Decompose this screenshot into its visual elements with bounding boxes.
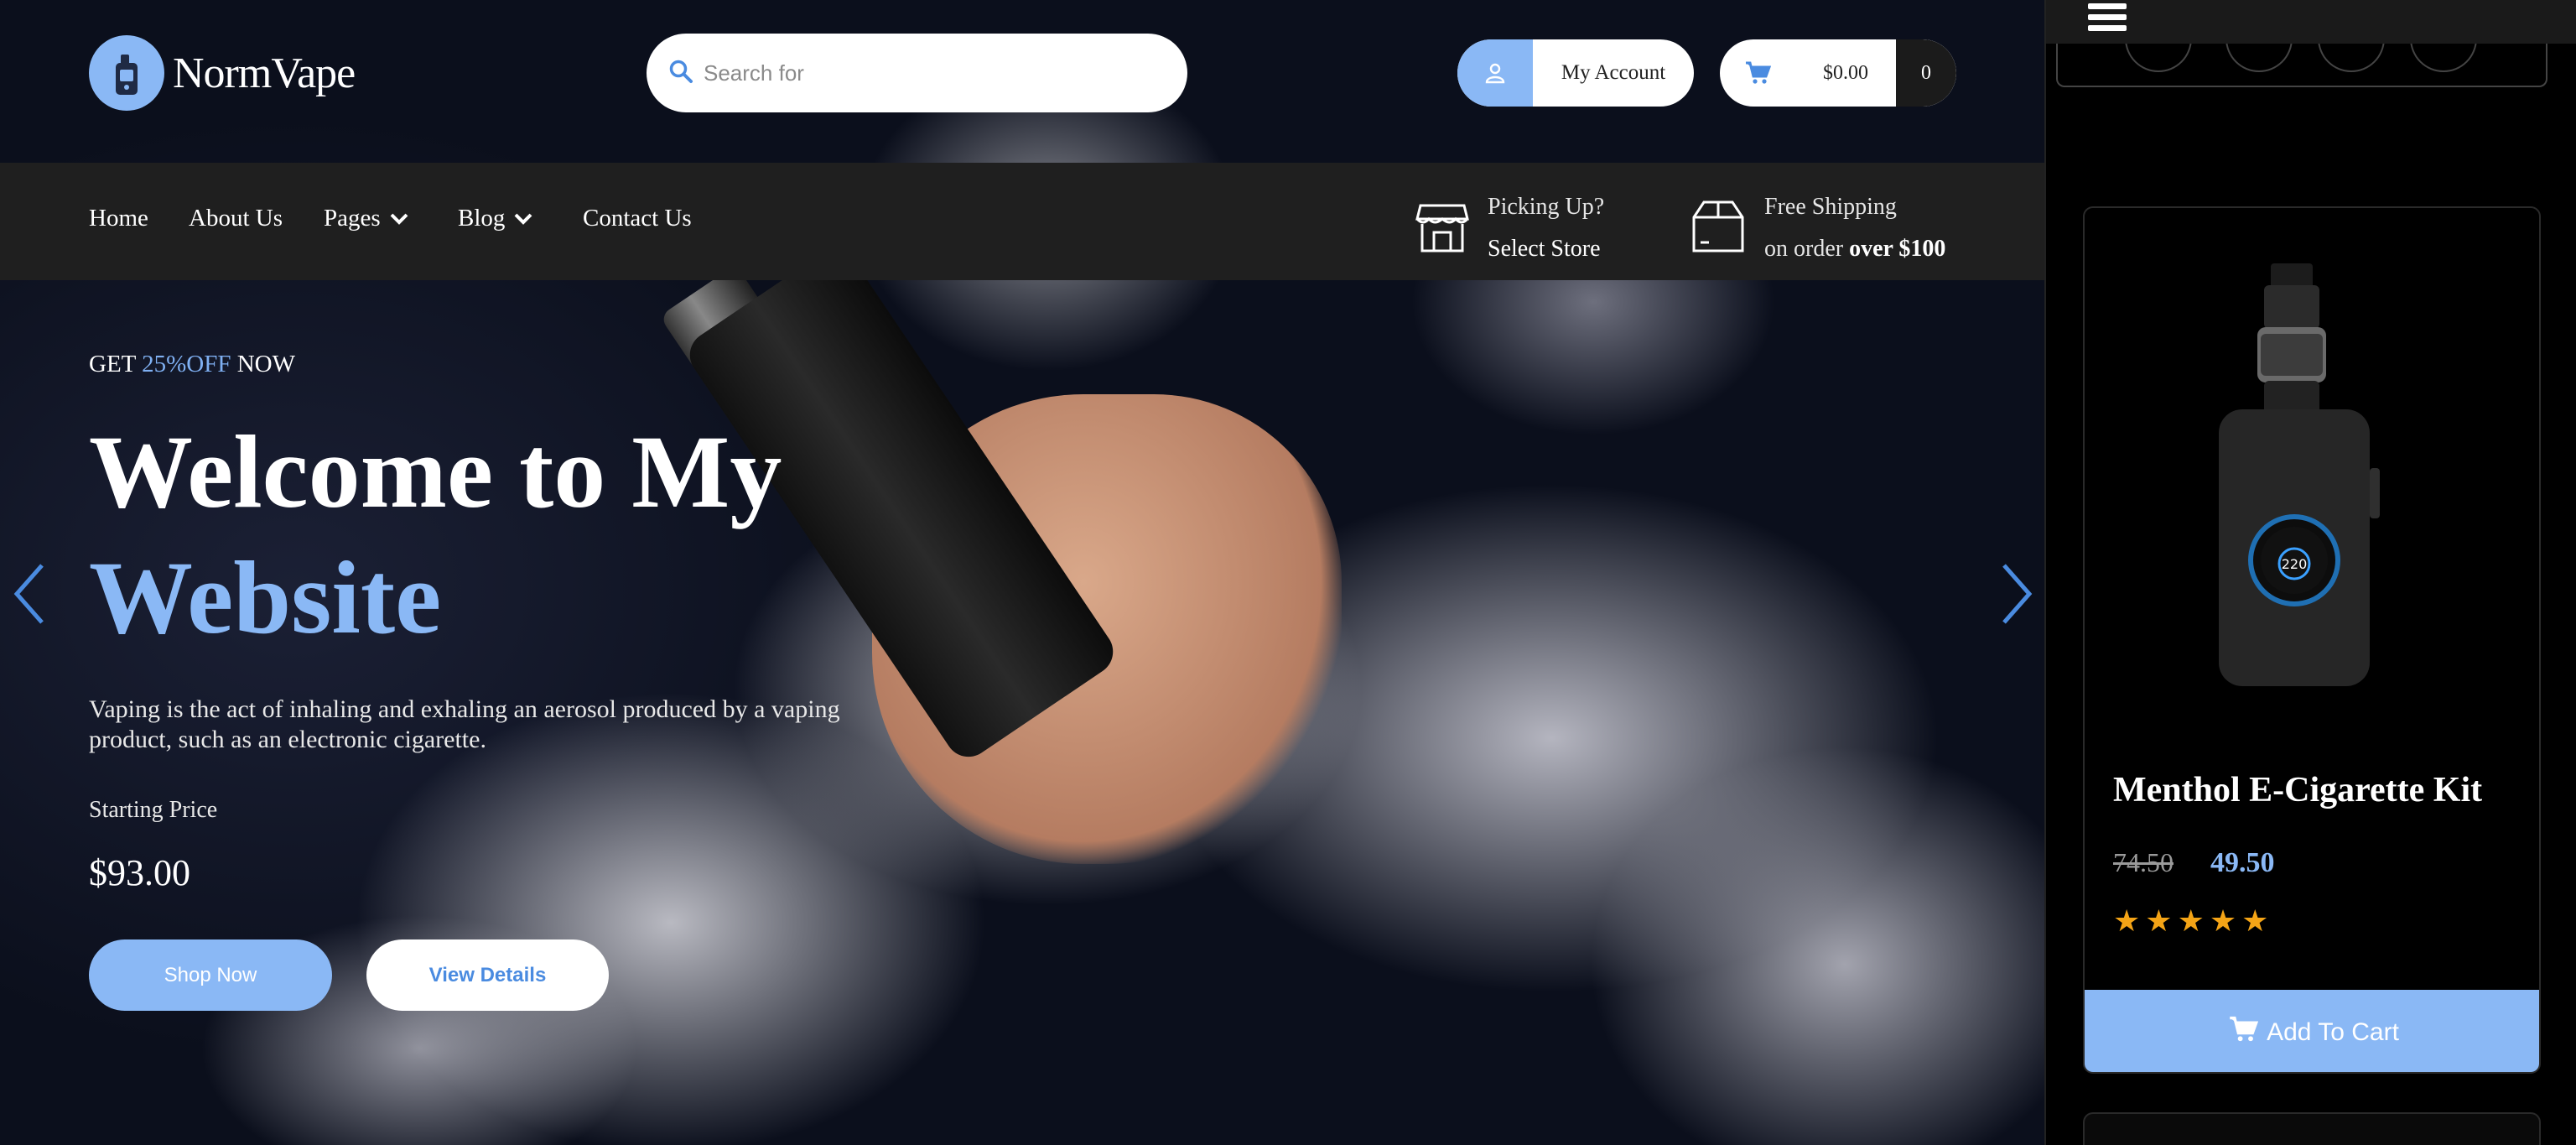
hero-description: Vaping is the act of inhaling and exhali… xyxy=(89,695,840,753)
site-logo[interactable]: NormVape xyxy=(89,35,356,111)
promo-highlight: 25%OFF xyxy=(142,351,231,377)
starting-price-value: $93.00 xyxy=(89,852,190,893)
shipping-line-2-prefix: on order xyxy=(1764,236,1850,262)
logo-vape-icon xyxy=(89,35,164,111)
chevron-left-icon xyxy=(8,564,50,631)
free-shipping-info: Free Shipping on order over $100 xyxy=(1690,186,1945,270)
add-to-cart-button[interactable]: Add To Cart xyxy=(2085,990,2539,1072)
product-card[interactable]: 220 Menthol E-Cigarette Kit 74.50 49.50 … xyxy=(2083,206,2541,1074)
hamburger-menu-icon[interactable] xyxy=(2088,3,2127,37)
device-screen-value: 220 xyxy=(2282,556,2308,572)
nav-item-blog[interactable]: Blog xyxy=(458,205,533,232)
nav-item-pages[interactable]: Pages xyxy=(324,205,409,232)
nav-item-contact-us[interactable]: Contact Us xyxy=(583,205,692,232)
shipping-line-2: on order over $100 xyxy=(1764,228,1945,270)
brand-name: NormVape xyxy=(173,49,356,97)
user-icon xyxy=(1457,39,1533,107)
nav-item-label: Pages xyxy=(324,205,381,232)
store-icon xyxy=(1415,199,1469,258)
search-icon xyxy=(668,59,693,88)
slider-prev-arrow[interactable] xyxy=(8,560,50,627)
star-icon: ★ xyxy=(2177,904,2205,938)
next-card-edge xyxy=(2083,1112,2541,1145)
main-navigation: Home About Us Pages Blog Contact Us Pick… xyxy=(0,163,2044,280)
mobile-preview-panel: 220 Menthol E-Cigarette Kit 74.50 49.50 … xyxy=(2044,0,2576,1145)
my-account-button[interactable]: My Account xyxy=(1457,39,1694,107)
cart-icon xyxy=(2228,1015,2259,1050)
nav-item-home[interactable]: Home xyxy=(89,205,148,232)
star-icon: ★ xyxy=(2145,904,2173,938)
promo-tagline: GET 25%OFF NOW xyxy=(89,351,295,378)
star-icon: ★ xyxy=(2209,904,2237,938)
main-page: NormVape My Account xyxy=(0,0,2044,1145)
pickup-store-link[interactable]: Picking Up? Select Store xyxy=(1415,186,1604,270)
slider-next-arrow[interactable] xyxy=(1996,560,2038,627)
box-icon xyxy=(1690,199,1746,258)
star-icon: ★ xyxy=(2241,904,2269,938)
starting-price-label: Starting Price xyxy=(89,797,218,823)
search-input[interactable] xyxy=(704,60,1156,86)
promo-suffix: NOW xyxy=(231,351,295,377)
add-to-cart-label: Add To Cart xyxy=(2267,1018,2399,1046)
shipping-text: Free Shipping on order over $100 xyxy=(1764,186,1945,270)
product-sale-price: 49.50 xyxy=(2210,847,2275,878)
product-image: 220 xyxy=(2085,208,2539,728)
pickup-text: Picking Up? Select Store xyxy=(1488,186,1604,270)
nav-item-label: Contact Us xyxy=(583,205,692,232)
search-bar[interactable] xyxy=(647,34,1187,112)
star-icon: ★ xyxy=(2113,904,2141,938)
shop-now-button[interactable]: Shop Now xyxy=(89,939,332,1011)
cart-total: $0.00 xyxy=(1823,61,1868,84)
my-account-label: My Account xyxy=(1561,61,1666,84)
hero-title: Welcome to My Website xyxy=(89,409,782,661)
pickup-line-1: Picking Up? xyxy=(1488,194,1605,220)
view-details-button[interactable]: View Details xyxy=(366,939,609,1011)
cart-count-badge: 0 xyxy=(1896,39,1956,107)
product-rating: ★ ★ ★ ★ ★ xyxy=(2113,906,2268,936)
nav-item-label: Blog xyxy=(458,205,506,232)
shipping-threshold: over $100 xyxy=(1849,236,1946,262)
product-name[interactable]: Menthol E-Cigarette Kit xyxy=(2113,770,2482,810)
cart-button[interactable]: $0.00 0 xyxy=(1720,39,1956,107)
hero-title-line-1: Welcome to My xyxy=(89,414,782,529)
chevron-down-icon xyxy=(513,205,533,232)
nav-item-label: Home xyxy=(89,205,148,232)
nav-item-label: About Us xyxy=(189,205,283,232)
mobile-top-bar xyxy=(2046,0,2576,44)
cart-icon xyxy=(1720,39,1795,107)
chevron-down-icon xyxy=(389,205,409,232)
chevron-right-icon xyxy=(1996,564,2038,631)
shipping-line-1: Free Shipping xyxy=(1764,194,1897,220)
header-top-bar: NormVape My Account xyxy=(0,0,2044,163)
hero-title-line-2: Website xyxy=(89,540,442,655)
product-old-price: 74.50 xyxy=(2113,847,2174,877)
promo-prefix: GET xyxy=(89,351,143,377)
pickup-line-2: Select Store xyxy=(1488,236,1601,262)
nav-item-about-us[interactable]: About Us xyxy=(189,205,283,232)
